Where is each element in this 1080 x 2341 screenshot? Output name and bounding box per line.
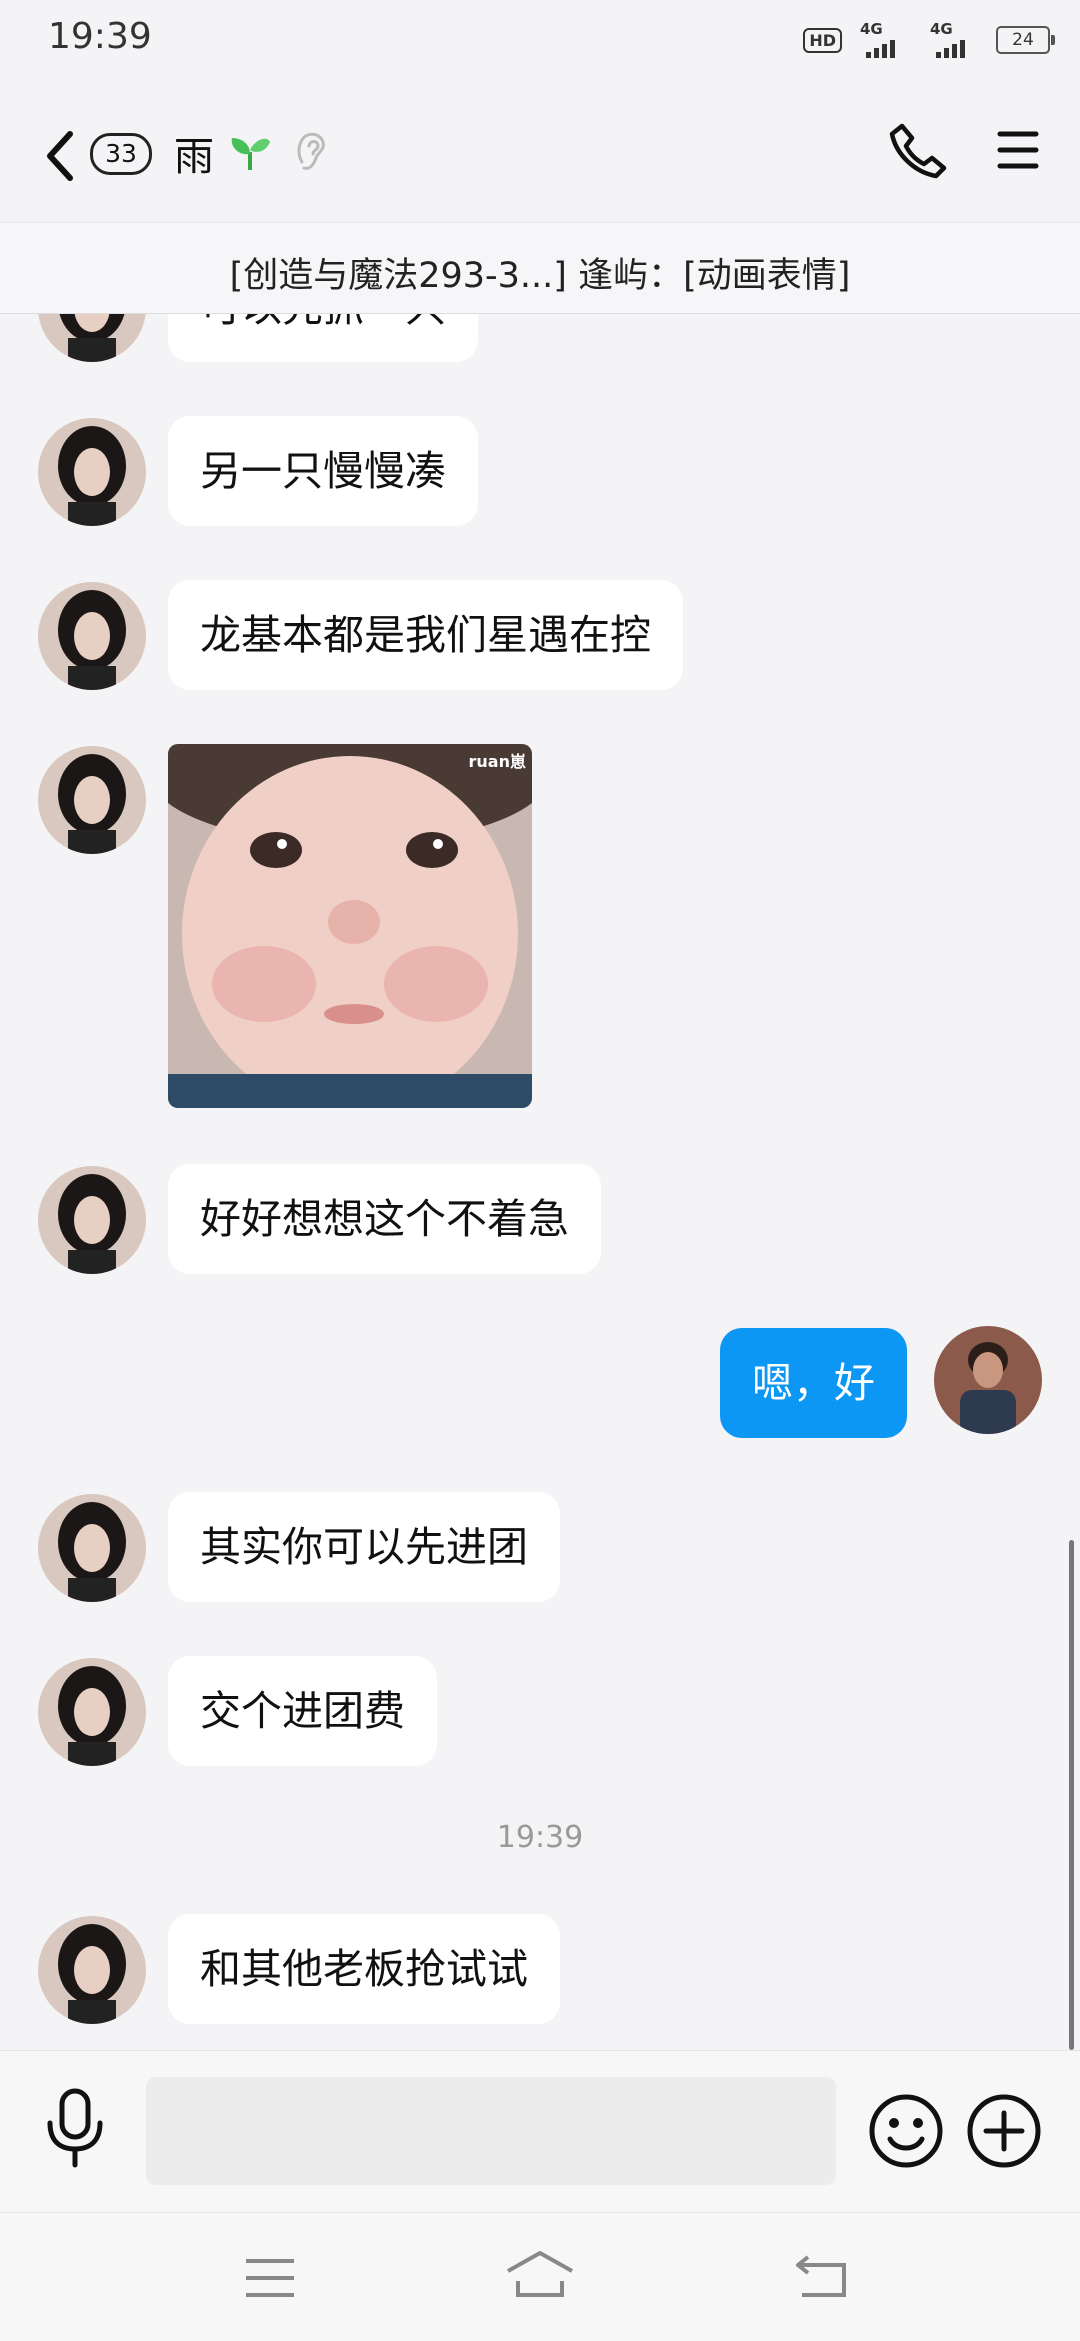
status-time: 19:39 xyxy=(48,16,152,57)
input-bar xyxy=(0,2050,1080,2213)
scrollbar[interactable] xyxy=(1069,1540,1074,2050)
contact-name[interactable]: 雨 xyxy=(174,124,214,182)
status-bar: 19:39 HD 4G 4G 24 xyxy=(0,0,1080,80)
battery-icon: 24 xyxy=(996,26,1055,54)
unread-count-badge[interactable]: 33 xyxy=(90,133,152,175)
home-button[interactable] xyxy=(504,2249,576,2301)
message-bubble[interactable]: 另一只慢慢凑 xyxy=(168,416,478,526)
back-button[interactable] xyxy=(40,126,80,186)
contact-avatar[interactable] xyxy=(38,582,146,690)
contact-avatar[interactable] xyxy=(38,746,146,854)
menu-button[interactable] xyxy=(996,128,1040,172)
system-navigation-bar xyxy=(0,2212,1080,2341)
contact-avatar[interactable] xyxy=(38,1658,146,1766)
microphone-button[interactable] xyxy=(44,2087,106,2171)
recent-apps-button[interactable] xyxy=(244,2257,296,2299)
pinned-message-banner[interactable]: [创造与魔法293-3...] 逢屿：[动画表情] xyxy=(0,222,1080,314)
emoji-button[interactable] xyxy=(868,2093,944,2169)
message-bubble[interactable]: 交个进团费 xyxy=(168,1656,437,1766)
baby-face-sticker xyxy=(168,744,532,1108)
message-bubble[interactable]: 其实你可以先进团 xyxy=(168,1492,560,1602)
chat-header: 33 雨 xyxy=(0,80,1080,220)
add-attachment-button[interactable] xyxy=(966,2093,1042,2169)
phone-call-button[interactable] xyxy=(888,120,948,180)
contact-avatar[interactable] xyxy=(38,1166,146,1274)
signal-icon: 4G xyxy=(856,20,912,60)
my-avatar[interactable] xyxy=(934,1326,1042,1434)
sprout-icon xyxy=(231,138,270,170)
contact-avatar[interactable] xyxy=(38,418,146,526)
message-bubble[interactable]: 龙基本都是我们星遇在控 xyxy=(168,580,683,690)
sticker-image[interactable]: ruan崽 xyxy=(168,744,532,1108)
contact-avatar[interactable] xyxy=(38,1916,146,2024)
timestamp-divider: 19:39 xyxy=(496,1820,584,1855)
contact-avatar[interactable] xyxy=(38,1494,146,1602)
status-icons: HD 4G 4G 24 xyxy=(803,20,1055,60)
system-back-button[interactable] xyxy=(794,2253,850,2299)
sticker-watermark: ruan崽 xyxy=(468,752,526,771)
message-bubble[interactable]: 好好想想这个不着急 xyxy=(168,1164,601,1274)
ear-icon[interactable] xyxy=(294,128,328,174)
message-bubble[interactable]: 和其他老板抢试试 xyxy=(168,1914,560,2024)
message-input[interactable] xyxy=(146,2077,836,2185)
signal-icon: 4G xyxy=(926,20,982,60)
message-list[interactable]: 可以先抓一只 另一只慢慢凑 龙基本都是我们星遇在控 ruan崽 xyxy=(0,220,1080,2050)
pinned-message-text: [创造与魔法293-3...] 逢屿：[动画表情] xyxy=(229,256,851,296)
chevron-left-icon xyxy=(47,131,73,181)
hd-icon: HD xyxy=(803,27,842,53)
my-message-bubble[interactable]: 嗯，好 xyxy=(720,1328,907,1438)
